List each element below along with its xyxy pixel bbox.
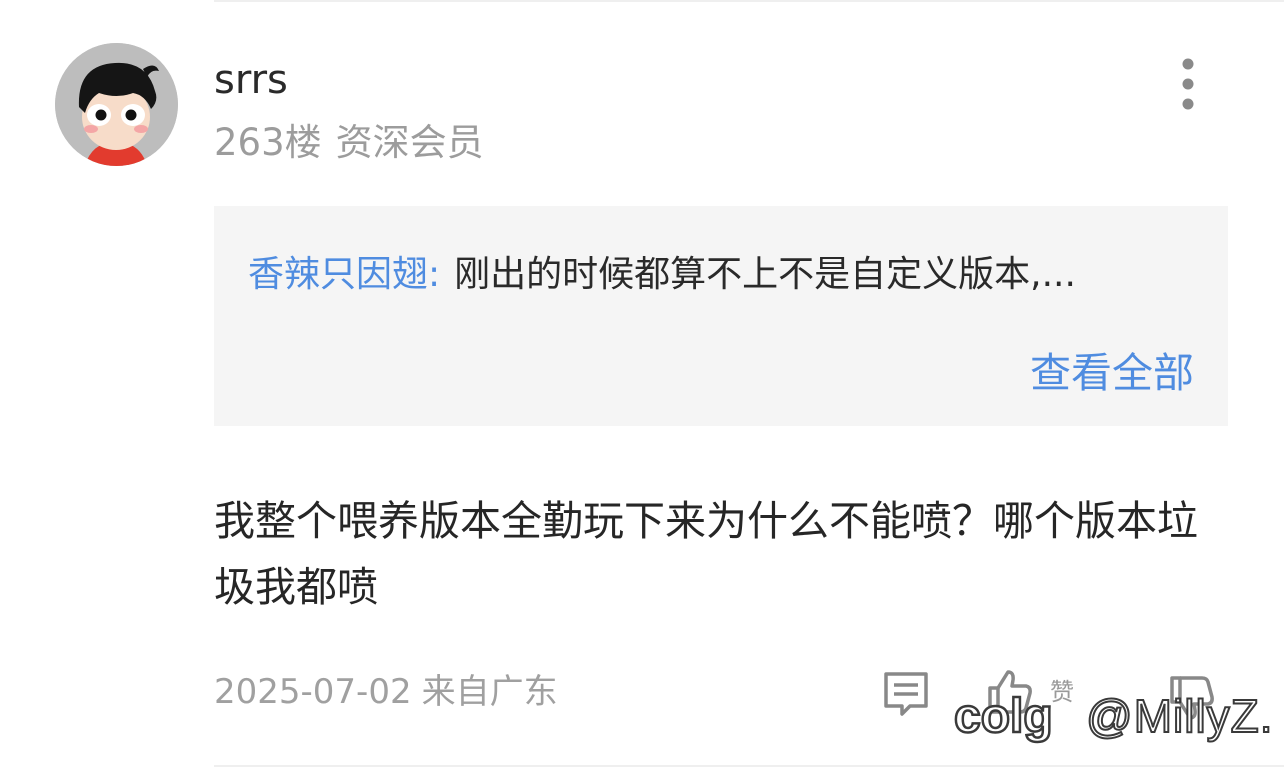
more-vertical-icon xyxy=(1182,58,1194,110)
post-footer-meta: 2025-07-02 来自广东 xyxy=(214,670,558,714)
user-meta: 263楼 资深会员 xyxy=(214,120,484,166)
view-all-link[interactable]: 查看全部 xyxy=(1030,346,1194,400)
like-label[interactable]: 赞 xyxy=(1050,672,1074,707)
thumbs-up-icon xyxy=(988,670,1032,714)
dislike-button[interactable] xyxy=(1166,672,1218,724)
avatar[interactable] xyxy=(55,43,178,166)
thumbs-down-icon xyxy=(1170,676,1214,720)
comment-card: srrs 263楼 资深会员 香辣只因翅: 刚出的时候都算不上不是自定义版本,...… xyxy=(0,0,1284,767)
member-rank: 资深会员 xyxy=(335,121,484,164)
post-date: 2025-07-02 xyxy=(214,672,412,712)
like-button[interactable] xyxy=(984,666,1036,718)
quote-text: 刚出的时候都算不上不是自定义版本,... xyxy=(454,254,1076,295)
quoted-reply[interactable]: 香辣只因翅: 刚出的时候都算不上不是自定义版本,... 查看全部 xyxy=(214,206,1228,426)
quote-line: 香辣只因翅: 刚出的时候都算不上不是自定义版本,... xyxy=(248,252,1198,298)
comment-icon xyxy=(884,672,928,716)
reply-button[interactable] xyxy=(880,668,932,720)
top-divider xyxy=(214,0,1284,2)
more-options-button[interactable] xyxy=(1168,56,1208,112)
username[interactable]: srrs xyxy=(214,56,288,104)
post-location: 来自广东 xyxy=(421,672,558,712)
quote-author[interactable]: 香辣只因翅: xyxy=(248,254,440,295)
floor-number: 263楼 xyxy=(214,121,322,164)
comment-body: 我整个喂养版本全勤玩下来为什么不能喷？哪个版本垃圾我都喷 xyxy=(214,497,1198,611)
